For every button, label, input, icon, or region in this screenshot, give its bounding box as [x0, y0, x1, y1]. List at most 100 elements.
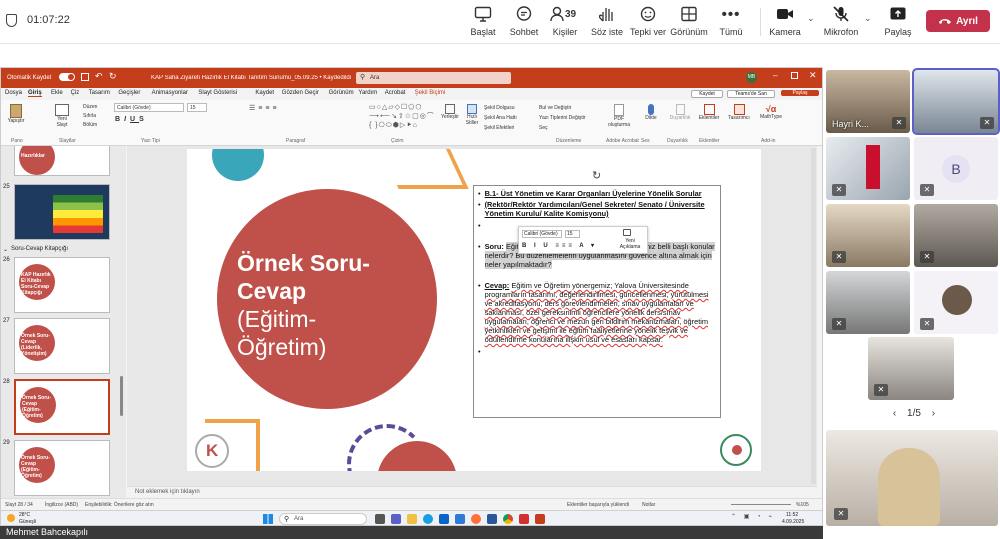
section-chevron-icon[interactable]: ⌄: [3, 246, 8, 253]
slide-thumbnail[interactable]: Örnek Soru-Cevap (Liderlik, Yönetişim): [14, 318, 110, 374]
section-button[interactable]: Bölüm: [83, 121, 97, 130]
self-view-tile[interactable]: ✕: [826, 430, 998, 526]
section-label[interactable]: Soru-Cevap Kitapçığı: [11, 246, 68, 252]
powerpoint-app-icon[interactable]: [535, 514, 545, 524]
align-center-icon[interactable]: ≡: [272, 105, 279, 112]
ribbon-tab[interactable]: Çiz: [71, 90, 80, 96]
camera-button[interactable]: Kamera: [758, 6, 812, 37]
mini-font-dropdown[interactable]: Calibri (Gövde): [522, 230, 562, 238]
new-comment-label[interactable]: Yeni Açıklama: [617, 238, 643, 250]
ribbon-tab[interactable]: Animasyonlar: [152, 90, 188, 96]
windows-start-icon[interactable]: [263, 514, 273, 524]
mathtype-button[interactable]: √α MathType: [758, 104, 784, 120]
participant-tile[interactable]: ✕: [914, 271, 998, 334]
undo-icon[interactable]: ↶: [95, 71, 103, 82]
ribbon-tab[interactable]: Geçişler: [118, 90, 140, 96]
answer-text[interactable]: Eğitim ve Öğretim yönergemiz; Yalova Üni…: [485, 281, 709, 344]
participant-tile[interactable]: ✕: [826, 137, 910, 200]
edge-app-icon[interactable]: [423, 514, 433, 524]
redo-icon[interactable]: ↻: [109, 71, 117, 82]
addins-button[interactable]: Eklentiler: [697, 104, 721, 121]
new-slide-button[interactable]: Yeni Slayt: [53, 104, 71, 128]
explorer-app-icon[interactable]: [407, 514, 417, 524]
ribbon-tab[interactable]: Ekle: [51, 90, 63, 96]
user-avatar[interactable]: MB: [746, 72, 757, 83]
title-search-box[interactable]: ⚲ Ara: [356, 72, 511, 84]
leave-button[interactable]: Ayrıl: [926, 10, 990, 32]
next-page-chevron-icon[interactable]: ›: [932, 408, 935, 419]
teams-share-button[interactable]: Teams'de San: [727, 90, 775, 98]
find-button[interactable]: Bul ve Değiştir: [539, 103, 586, 113]
minimize-icon[interactable]: –: [773, 71, 777, 80]
ribbon-tab[interactable]: Gözden Geçir: [282, 90, 319, 96]
acrobat-app-icon[interactable]: [519, 514, 529, 524]
notes-pane[interactable]: Not eklemek için tıklayın: [127, 486, 817, 498]
outlook-app-icon[interactable]: [439, 514, 449, 524]
zoom-level[interactable]: %105: [796, 502, 809, 508]
slide-thumbnail[interactable]: Hazırlıklar: [14, 146, 110, 176]
quick-styles-button[interactable]: Hızlı Stiller: [463, 104, 481, 126]
teams-app-icon[interactable]: [391, 514, 401, 524]
shapes-gallery[interactable]: ▭○△▱◇☐⬠⬡ ⟶⟵↘⇧☆▢◎⌒{ }⎔⬭⬢▷⯈⌂: [369, 103, 437, 135]
participant-tile[interactable]: ✕: [914, 204, 998, 267]
language-status[interactable]: İngilizce (ABD): [45, 502, 78, 508]
ribbon-tab[interactable]: Kaydet: [255, 90, 274, 96]
shape-outline-button[interactable]: Şekil Ana Hattı: [484, 113, 517, 123]
shape-effects-button[interactable]: Şekil Efektleri: [484, 123, 517, 133]
taskview-icon[interactable]: [375, 514, 385, 524]
arrange-button[interactable]: Yerleştir: [441, 104, 459, 120]
save-tab-button[interactable]: Kaydet: [691, 90, 723, 98]
ribbon-tab[interactable]: Şekil Biçimi: [415, 90, 446, 96]
shape-fill-button[interactable]: Şekil Dolgusu: [484, 103, 517, 113]
font-size-dropdown[interactable]: 15: [187, 103, 207, 112]
chrome-app-icon[interactable]: [503, 514, 513, 524]
word-app-icon[interactable]: [487, 514, 497, 524]
prev-page-chevron-icon[interactable]: ‹: [893, 408, 896, 419]
taskbar-search[interactable]: ⚲ Ara: [279, 513, 367, 525]
share-ppt-button[interactable]: Paylaş: [781, 90, 819, 96]
mini-size-dropdown[interactable]: 15: [565, 230, 580, 238]
accessibility-status[interactable]: Erişilebilirlik: Önerilere göz atın: [85, 502, 154, 508]
underline-icon[interactable]: U: [130, 116, 139, 123]
more-button[interactable]: ••• Tümü: [704, 6, 758, 37]
participant-tile[interactable]: B ✕: [914, 137, 998, 200]
ribbon-tab[interactable]: Giriş: [28, 90, 42, 97]
replace-fonts-button[interactable]: Yazı Tiplerini Değiştir: [539, 113, 586, 123]
ribbon-tab[interactable]: Yardım: [358, 90, 377, 96]
slide-thumbnail[interactable]: KAP Hazırlık El Kitabı Soru-Cevap Kitapç…: [14, 257, 110, 313]
create-pdf-button[interactable]: PDF oluşturma: [607, 104, 631, 128]
system-tray-icons[interactable]: ⌃ ▣ ◔ ⌁: [731, 513, 775, 520]
ribbon-tab[interactable]: Acrobat: [385, 90, 406, 96]
new-comment-icon[interactable]: [623, 229, 631, 236]
slide-thumbnail[interactable]: [14, 184, 110, 240]
firefox-app-icon[interactable]: [471, 514, 481, 524]
close-icon[interactable]: ✕: [809, 70, 817, 81]
participant-tile[interactable]: ✕: [868, 337, 954, 400]
participant-tile[interactable]: ✕: [826, 204, 910, 267]
slide-thumbnail-selected[interactable]: Örnek Soru-Cevap (Eğitim-Öğretim): [14, 379, 110, 435]
select-button[interactable]: Seç: [539, 123, 586, 133]
participant-tile[interactable]: Hayri K... ✕: [826, 70, 910, 133]
slide-thumbnail[interactable]: Örnek Soru-Cevap (Eğitim-Öğretim): [14, 440, 110, 496]
mini-format-icons[interactable]: B I U ≡≡≡ A ▾: [522, 242, 597, 249]
store-app-icon[interactable]: [455, 514, 465, 524]
zoom-slider[interactable]: [731, 504, 791, 505]
notes-toggle[interactable]: Notlar: [642, 502, 655, 508]
share-button[interactable]: Paylaş: [871, 6, 925, 37]
thumbnail-scrollbar[interactable]: [120, 376, 123, 416]
bullets-icon[interactable]: ☰: [249, 105, 258, 112]
paste-button[interactable]: Yapıştır: [7, 104, 25, 124]
font-name-dropdown[interactable]: Calibri (Gövde): [114, 103, 184, 112]
participant-tile[interactable]: ✕: [826, 271, 910, 334]
save-icon[interactable]: [81, 73, 89, 81]
rotate-handle-icon[interactable]: ↻: [592, 169, 601, 182]
ribbon-tab[interactable]: Görünüm: [329, 90, 354, 96]
ribbon-tab[interactable]: Slayt Gösterisi: [198, 90, 237, 96]
maximize-icon[interactable]: [791, 72, 798, 79]
participant-tile-active[interactable]: ✕: [912, 68, 1000, 135]
layout-button[interactable]: Düzen: [83, 103, 97, 112]
content-text-box[interactable]: ↻ • B.1- Üst Yönetim ve Karar Organları Ü…: [473, 170, 721, 418]
sensitivity-button[interactable]: Duyarlılık: [667, 104, 693, 121]
ribbon-tab[interactable]: Tasarım: [89, 90, 110, 96]
vertical-scrollbar[interactable]: [811, 148, 816, 484]
